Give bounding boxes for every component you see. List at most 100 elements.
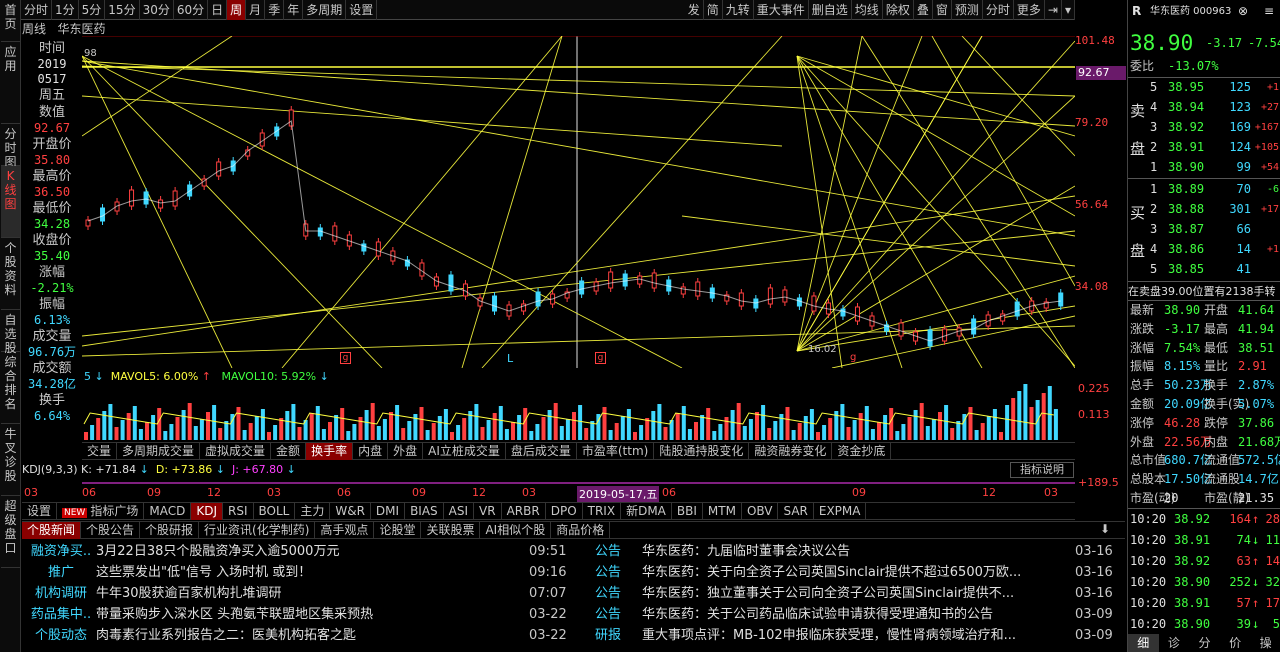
depth-row[interactable]: 1 38.90 99 +54 <box>1128 158 1280 177</box>
depth-row[interactable]: 3 38.87 66 <box>1128 220 1280 239</box>
period-tab[interactable]: 周 <box>227 0 247 20</box>
indicator-tab[interactable]: ARBR <box>502 502 546 520</box>
depth-row[interactable]: 5 38.85 41 <box>1128 260 1280 279</box>
indicator-tab[interactable]: DPO <box>546 502 583 520</box>
notice-item[interactable]: 公告 华东医药：独立董事关于公司向全资子公司英国Sinclair提供不... 03-… <box>572 583 1125 604</box>
news-tab[interactable]: 行业资讯(化学制药) <box>199 521 316 539</box>
left-nav-item[interactable]: 分时图 <box>1 124 20 169</box>
indicator-tab[interactable]: 主力 <box>295 502 331 520</box>
indicator-tab[interactable]: TRIX <box>583 502 622 520</box>
depth-row[interactable]: 5 38.95 125 +1 <box>1128 78 1280 97</box>
news-tab[interactable]: 论股堂 <box>374 521 422 539</box>
depth-row[interactable]: 2 38.91 124 +105 <box>1128 138 1280 157</box>
period-tab[interactable]: 15分 <box>105 0 140 20</box>
news-item[interactable]: 机构调研 牛年30股获逾百家机构扎堆调研 07:07 <box>22 583 572 604</box>
news-tab[interactable]: 个股研报 <box>140 521 200 539</box>
kline-chart[interactable] <box>82 36 1075 368</box>
news-item[interactable]: 药品集中.. 带量采购步入深水区 头孢氨苄联盟地区集采预热 03-22 <box>22 604 572 625</box>
notice-item[interactable]: 公告 华东医药：九届临时董事会决议公告 03-16 <box>572 541 1125 562</box>
left-nav-item[interactable]: 自选股 <box>1 310 20 355</box>
indicator-tab[interactable]: NEW 指标广场 <box>57 502 145 520</box>
news-item[interactable]: 融资净买.. 3月22日38只个股融资净买入逾5000万元 09:51 <box>22 541 572 562</box>
period-tab[interactable]: 季 <box>265 0 285 20</box>
news-item[interactable]: 推广 这些票发出"低"信号 入场时机 或到！ 09:16 <box>22 562 572 583</box>
toolbar-button[interactable]: 重大事件 <box>754 0 809 20</box>
volume-indicator-tab[interactable]: 市盈率(ttm) <box>577 442 655 460</box>
indicator-tab[interactable]: BOLL <box>254 502 296 520</box>
volume-indicator-tab[interactable]: 换手率 <box>306 442 354 460</box>
left-nav-item[interactable]: 综合排名 <box>1 352 20 424</box>
quote-tab[interactable]: 操 <box>1250 634 1280 652</box>
news-item[interactable]: 个股动态 肉毒素行业系列报告之二：医美机构拓客之匙 03-22 <box>22 625 572 646</box>
left-nav-item[interactable]: 超级盘口 <box>1 496 20 568</box>
volume-indicator-tab[interactable]: 资金抄底 <box>832 442 892 460</box>
event-marker[interactable]: g <box>850 352 856 363</box>
volume-indicator-tab[interactable]: AI立桩成交量 <box>423 442 506 460</box>
left-nav-item[interactable]: K线图 <box>1 166 20 238</box>
period-tab[interactable]: 60分 <box>174 0 209 20</box>
toolbar-button[interactable]: 发 <box>685 0 704 20</box>
period-tab[interactable]: 5分 <box>79 0 106 20</box>
indicator-help-button[interactable]: 指标说明 <box>1010 462 1074 478</box>
volume-indicator-tab[interactable]: 融资融券变化 <box>749 442 833 460</box>
depth-row[interactable]: 2 38.88 301 +17 <box>1128 200 1280 219</box>
indicator-tab[interactable]: RSI <box>223 502 254 520</box>
period-tab[interactable]: 分时 <box>21 0 53 20</box>
news-tab[interactable]: 商品价格 <box>551 521 611 539</box>
indicator-tab[interactable]: MTM <box>703 502 742 520</box>
volume-indicator-tab[interactable]: 金额 <box>271 442 307 460</box>
toolbar-button[interactable]: 删自选 <box>809 0 852 20</box>
period-tab[interactable]: 30分 <box>140 0 174 20</box>
indicator-tab[interactable]: KDJ <box>191 502 223 520</box>
indicator-tab[interactable]: BBI <box>672 502 703 520</box>
toolbar-button[interactable]: 更多 <box>1014 0 1045 20</box>
indicator-tab[interactable]: DMI <box>371 502 406 520</box>
indicator-tab[interactable]: 新DMA <box>621 502 672 520</box>
notice-item[interactable]: 公告 华东医药：关于公司药品临床试验申请获得受理通知书的公告 03-09 <box>572 604 1125 625</box>
close-icon[interactable]: ⊗ <box>1238 2 1248 21</box>
volume-indicator-tab[interactable]: 内盘 <box>353 442 389 460</box>
left-nav-item[interactable]: 首页 <box>1 0 20 42</box>
depth-row[interactable]: 3 38.92 169 +167 <box>1128 118 1280 137</box>
volume-indicator-tab[interactable]: 外盘 <box>388 442 424 460</box>
volume-indicator-tab[interactable]: 陆股通持股变化 <box>654 442 750 460</box>
period-tab[interactable]: 日 <box>208 0 228 20</box>
depth-row[interactable]: 4 38.86 14 +1 <box>1128 240 1280 259</box>
toolbar-button[interactable]: 简 <box>704 0 723 20</box>
toolbar-button[interactable]: 均线 <box>852 0 883 20</box>
pin-icon[interactable]: ⇥ <box>1045 0 1062 20</box>
volume-indicator-tab[interactable]: 交量 <box>82 442 118 460</box>
left-nav-item[interactable]: 应用 <box>1 42 20 124</box>
event-marker[interactable]: g <box>595 352 606 364</box>
indicator-tab[interactable]: VR <box>474 502 502 520</box>
toolbar-button[interactable]: 窗 <box>933 0 952 20</box>
news-tab[interactable]: 高手观点 <box>315 521 375 539</box>
toolbar-button[interactable]: 叠 <box>914 0 933 20</box>
left-nav-item[interactable]: 个股资料 <box>1 238 20 310</box>
quote-tab[interactable]: 价 <box>1219 634 1251 652</box>
download-icon[interactable]: ⬇ <box>1100 522 1110 536</box>
quote-tab[interactable]: 分 <box>1189 634 1220 652</box>
news-tab[interactable]: 个股新闻 <box>22 521 82 539</box>
volume-indicator-tab[interactable]: 盘后成交量 <box>506 442 577 460</box>
toolbar-button[interactable]: 预测 <box>952 0 983 20</box>
left-nav-item[interactable]: 牛叉诊股 <box>1 424 20 496</box>
indicator-tab[interactable]: W&R <box>330 502 371 520</box>
toolbar-button[interactable]: 分时 <box>983 0 1014 20</box>
indicator-tab[interactable]: MACD <box>144 502 192 520</box>
depth-row[interactable]: 4 38.94 123 +27 <box>1128 98 1280 117</box>
dropdown-icon[interactable]: ▾ <box>1062 0 1075 20</box>
news-tab[interactable]: 个股公告 <box>81 521 141 539</box>
quote-tab[interactable]: 细 <box>1128 634 1159 652</box>
news-tab[interactable]: 关联股票 <box>421 521 481 539</box>
volume-indicator-tab[interactable]: 多周期成交量 <box>117 442 201 460</box>
indicator-tab[interactable]: BIAS <box>405 502 444 520</box>
depth-row[interactable]: 1 38.89 70 -6 <box>1128 180 1280 199</box>
indicator-tab[interactable]: SAR <box>778 502 814 520</box>
indicator-tab[interactable]: 设置 <box>22 502 58 520</box>
event-marker[interactable]: g <box>340 352 351 364</box>
indicator-tab[interactable]: OBV <box>742 502 779 520</box>
period-tab[interactable]: 设置 <box>346 0 378 20</box>
quote-tab[interactable]: 诊 <box>1158 634 1190 652</box>
menu-icon[interactable]: ≡ <box>1264 2 1274 21</box>
